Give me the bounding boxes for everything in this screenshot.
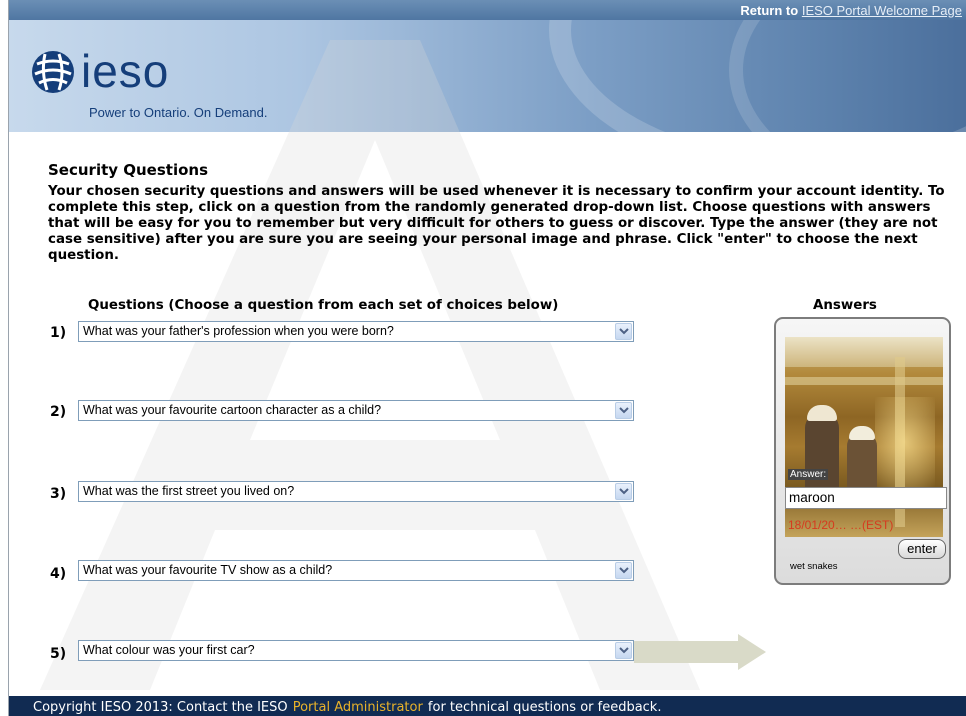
question-select-value: What was your favourite cartoon characte… [83,403,382,417]
question-number: 3) [50,486,67,502]
return-prefix: Return to [740,3,799,18]
page-title: Security Questions [48,161,209,179]
question-select-3[interactable]: What was the first street you lived on? [78,481,634,502]
ieso-logo-text: ieso [81,45,170,97]
dropdown-button[interactable] [615,483,632,500]
top-bar: Return to IESO Portal Welcome Page [9,0,966,20]
question-number: 5) [50,646,67,662]
portal-administrator-link[interactable]: Portal Administrator [293,700,423,715]
return-text: Return to IESO Portal Welcome Page [740,3,962,18]
page-intro: Your chosen security questions and answe… [48,184,945,263]
image-detail [807,405,837,421]
chevron-down-icon [619,328,629,335]
answer-panel: Answer: maroon 18/01/20… …(EST) enter we… [774,317,951,585]
dropdown-button[interactable] [615,402,632,419]
chevron-down-icon [619,407,629,414]
chevron-down-icon [619,567,629,574]
footer-prefix: Copyright IESO 2013: Contact the IESO [33,700,288,715]
chevron-down-icon [619,647,629,654]
question-select-value: What was your favourite TV show as a chi… [83,563,333,577]
question-select-2[interactable]: What was your favourite cartoon characte… [78,400,634,421]
arrow-right-icon [634,634,766,670]
footer: Copyright IESO 2013: Contact the IESO Po… [9,696,966,716]
portal-welcome-link[interactable]: IESO Portal Welcome Page [802,3,962,18]
enter-button[interactable]: enter [898,539,946,559]
dropdown-button[interactable] [615,323,632,340]
banner-swoosh [729,20,966,132]
ieso-logo-icon [32,51,74,93]
question-number: 1) [50,325,67,341]
chevron-down-icon [619,488,629,495]
question-select-value: What was your father's profession when y… [83,324,394,338]
banner: ieso Power to Ontario. On Demand. [9,20,966,132]
answers-header: Answers [813,298,877,313]
image-detail [785,377,943,385]
image-detail [849,426,875,440]
question-select-1[interactable]: What was your father's profession when y… [78,321,634,342]
answer-label: Answer: [788,469,829,480]
question-select-4[interactable]: What was your favourite TV show as a chi… [78,560,634,581]
dropdown-button[interactable] [615,562,632,579]
dropdown-button[interactable] [615,642,632,659]
answer-input[interactable]: maroon [785,487,947,509]
question-select-value: What was the first street you lived on? [83,484,295,498]
question-select-5[interactable]: What colour was your first car? [78,640,634,661]
timestamp: 18/01/20… …(EST) [788,518,894,532]
personal-phrase: wet snakes [790,561,838,572]
footer-suffix: for technical questions or feedback. [427,700,662,715]
ieso-tagline: Power to Ontario. On Demand. [89,105,268,120]
image-detail [785,337,943,367]
image-detail [875,397,935,487]
question-number: 2) [50,404,67,420]
question-number: 4) [50,566,67,582]
question-select-value: What colour was your first car? [83,643,255,657]
image-detail [805,412,839,492]
questions-header: Questions (Choose a question from each s… [88,298,559,313]
